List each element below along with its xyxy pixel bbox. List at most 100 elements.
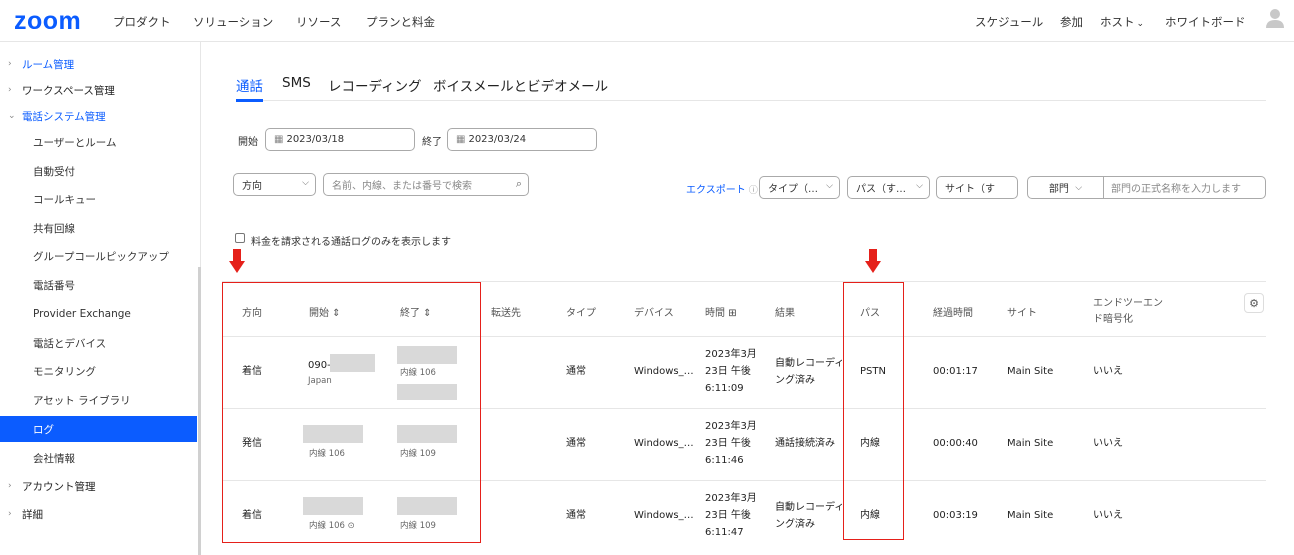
sidebar-item[interactable]: 自動受付 (0, 158, 197, 184)
col-type: タイプ (566, 308, 596, 319)
row-type: 通常 (566, 366, 586, 377)
red-arrow-icon (229, 249, 245, 273)
avatar-icon[interactable] (1265, 7, 1285, 29)
sidebar-item-label: 電話システム管理 (22, 110, 106, 123)
nav-schedule[interactable]: スケジュール (975, 14, 1043, 30)
chevron-down-icon: ⌵ (302, 178, 309, 188)
chevron-right-icon: › (8, 509, 12, 519)
highlight-box-start-end (222, 282, 481, 543)
row-elapsed: 00:03:19 (933, 510, 978, 521)
chevron-down-icon: ⌄ (8, 111, 16, 121)
nav-whiteboard[interactable]: ホワイトボード (1165, 14, 1246, 30)
sidebar-item[interactable]: モニタリング (0, 358, 197, 384)
direction-select[interactable]: 方向 ⌵ (233, 173, 316, 196)
sidebar-item[interactable]: › ワークスペース管理 (0, 77, 197, 103)
row-elapsed: 00:00:40 (933, 438, 978, 449)
export-button[interactable]: エクスポート ⓘ (686, 181, 758, 196)
tab-recording[interactable]: レコーディング (328, 75, 422, 95)
row-elapsed: 00:01:17 (933, 366, 978, 377)
end-date-label: 終了 (422, 137, 442, 148)
department-select[interactable]: 部門 ⌵ (1028, 177, 1104, 198)
start-date-label: 開始 (238, 137, 258, 148)
tab-sms[interactable]: SMS (282, 75, 311, 91)
sidebar-item-label: ワークスペース管理 (22, 84, 115, 97)
sidebar-item[interactable]: グループコールピックアップ (0, 243, 197, 269)
sidebar-item[interactable]: ⌄ 電話システム管理 (0, 103, 197, 129)
nav-pricing[interactable]: プランと料金 (366, 14, 435, 30)
department-filter[interactable]: 部門 ⌵ 部門の正式名称を入力します (1027, 176, 1266, 199)
chevron-right-icon: › (8, 481, 12, 491)
tab-active-indicator (236, 99, 263, 102)
chevron-down-icon: ⌵ (1075, 182, 1083, 193)
sidebar-item-label: 電話とデバイス (33, 337, 107, 350)
nav-host[interactable]: ホスト ⌄ (1100, 14, 1144, 30)
row-type: 通常 (566, 510, 586, 521)
row-result: 自動レコーディ ング済み (775, 502, 845, 530)
row-type: 通常 (566, 438, 586, 449)
sidebar-item-label: ユーザーとルーム (33, 136, 117, 149)
sidebar-item-label: 会社情報 (33, 452, 75, 465)
sidebar-item[interactable]: › ルーム管理 (0, 51, 197, 77)
zoom-logo[interactable]: zoom (14, 7, 81, 36)
gear-icon[interactable]: ⚙ (1244, 293, 1264, 313)
sidebar-item[interactable]: アセット ライブラリ (0, 387, 197, 413)
sidebar-item[interactable]: Provider Exchange (0, 301, 197, 327)
sidebar-item-label: 自動受付 (33, 165, 75, 178)
sidebar-item[interactable]: › 詳細 (0, 501, 197, 527)
row-site: Main Site (1007, 438, 1054, 449)
tab-divider (236, 100, 1266, 101)
row-e2ee: いいえ (1093, 510, 1123, 521)
row-site: Main Site (1007, 510, 1054, 521)
sidebar-item-label: アセット ライブラリ (33, 394, 131, 407)
tab-calls[interactable]: 通話 (236, 75, 263, 95)
info-icon: ⊞ (728, 308, 737, 319)
sidebar-item[interactable]: 共有回線 (0, 215, 197, 241)
help-icon: ⓘ (748, 186, 758, 196)
sidebar-item-label: モニタリング (33, 365, 96, 378)
chevron-down-icon: ⌵ (826, 181, 833, 191)
sidebar-item-label: 詳細 (22, 508, 43, 521)
col-forward: 転送先 (491, 308, 521, 319)
sidebar-item[interactable]: ユーザーとルーム (0, 129, 197, 155)
nav-products[interactable]: プロダクト (113, 14, 171, 30)
path-select[interactable]: パス（す… ⌵ (847, 176, 930, 199)
chevron-right-icon: › (8, 85, 12, 95)
sidebar-item[interactable]: › アカウント管理 (0, 473, 197, 499)
row-site: Main Site (1007, 366, 1054, 377)
nav-resources[interactable]: リソース (296, 14, 341, 30)
row-e2ee: いいえ (1093, 438, 1123, 449)
top-nav: zoom プロダクト ソリューション リソース プランと料金 スケジュール 参加… (0, 0, 1294, 42)
sidebar-item[interactable]: 電話とデバイス (0, 330, 197, 356)
sidebar-item[interactable]: ログ (0, 416, 197, 442)
sidebar-item-label: 電話番号 (33, 279, 75, 292)
sidebar-item[interactable]: 電話番号 (0, 272, 197, 298)
nav-join[interactable]: 参加 (1060, 14, 1083, 30)
sidebar-item-label: Provider Exchange (33, 308, 131, 320)
department-input[interactable]: 部門の正式名称を入力します (1104, 180, 1241, 195)
start-date-input[interactable]: ▦ 2023/03/18 (265, 128, 415, 151)
sidebar-item-label: グループコールピックアップ (33, 250, 169, 263)
site-select[interactable]: サイト（す (936, 176, 1018, 199)
col-device: デバイス (634, 308, 674, 319)
search-input[interactable]: 名前、内線、または番号で検索 ⌕ (323, 173, 529, 196)
end-date-input[interactable]: ▦ 2023/03/24 (447, 128, 597, 151)
sidebar-item-label: ルーム管理 (22, 58, 75, 71)
row-e2ee: いいえ (1093, 366, 1123, 377)
type-select[interactable]: タイプ（… ⌵ (759, 176, 840, 199)
highlight-box-path (843, 282, 904, 540)
chevron-down-icon: ⌄ (1136, 19, 1145, 29)
sidebar-item-label: 共有回線 (33, 222, 75, 235)
row-result: 自動レコーディ ング済み (775, 358, 845, 386)
sidebar-item[interactable]: 会社情報 (0, 445, 197, 471)
chevron-right-icon: › (8, 59, 12, 69)
nav-solutions[interactable]: ソリューション (193, 14, 273, 30)
calendar-icon: ▦ (274, 134, 284, 145)
sidebar-item[interactable]: コールキュー (0, 186, 197, 212)
billed-only-checkbox[interactable] (235, 233, 245, 243)
search-icon: ⌕ (515, 177, 522, 190)
col-elapsed: 経過時間 (933, 308, 973, 319)
row-device: Windows_… (634, 438, 694, 449)
tab-voicemail[interactable]: ボイスメールとビデオメール (433, 75, 608, 95)
col-e2ee: エンドツーエン ド暗号化 (1093, 298, 1163, 325)
scrollbar[interactable] (198, 267, 201, 555)
